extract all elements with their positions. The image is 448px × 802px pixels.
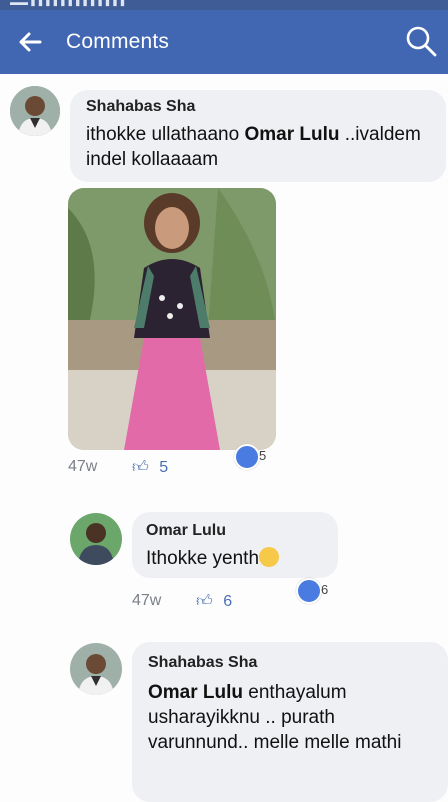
thumbs-up-icon: 👍︎ xyxy=(196,593,213,610)
smirk-emoji-icon xyxy=(259,547,280,567)
comment-text-part: ithokke ullathaano xyxy=(86,124,245,145)
comment-text: ithokke ullathaano Omar Lulu ..ivaldem i… xyxy=(86,122,442,172)
comment-text-part: Ithokke yenth xyxy=(146,548,260,569)
comment-author[interactable]: Shahabas Sha xyxy=(148,654,257,672)
comment-text: Ithokke yenth xyxy=(146,546,280,571)
mention-link[interactable]: Omar Lulu xyxy=(244,124,339,145)
avatar-omar-lulu[interactable] xyxy=(70,513,122,565)
comment-author[interactable]: Omar Lulu xyxy=(146,522,226,540)
like-reaction-icon[interactable] xyxy=(234,444,260,470)
thumbs-up-icon: 👍︎ xyxy=(132,459,149,476)
reaction-count[interactable]: 5 xyxy=(259,448,266,463)
avatar-shahabas-sha[interactable] xyxy=(70,643,122,695)
comment-bubble[interactable]: Shahabas Sha ithokke ullathaano Omar Lul… xyxy=(70,90,446,182)
mention-link[interactable]: Omar Lulu xyxy=(148,682,243,703)
comment-time: 47w xyxy=(132,592,162,609)
woman-photo-image xyxy=(68,188,276,450)
comment-bubble[interactable]: Shahabas Sha Omar Lulu enthayalum ushara… xyxy=(132,642,448,802)
comment-author[interactable]: Shahabas Sha xyxy=(86,98,195,116)
comment-text: Omar Lulu enthayalum usharayikknu .. pur… xyxy=(148,680,418,755)
search-icon[interactable] xyxy=(404,24,438,58)
comment-time: 47w xyxy=(68,458,98,475)
person-photo-icon xyxy=(70,643,122,695)
status-bar: ▬▬ ▮ ▮ ▮ ▮ ▮ ▮ ▮ ▮ ▮ ▮ ▮ ▮ ▮ xyxy=(0,0,448,10)
avatar-shahabas-sha[interactable] xyxy=(10,86,60,136)
person-photo-icon xyxy=(70,513,122,565)
reaction-count[interactable]: 6 xyxy=(321,582,328,597)
back-arrow-icon[interactable] xyxy=(14,26,46,58)
attached-photo[interactable] xyxy=(68,188,276,450)
top-app-bar: Comments xyxy=(0,10,448,74)
like-count: 6 xyxy=(223,593,233,610)
page-title: Comments xyxy=(66,30,170,53)
person-photo-icon xyxy=(10,86,60,136)
comment-bubble[interactable]: Omar Lulu Ithokke yenth xyxy=(132,512,338,578)
like-button[interactable]: 👍︎ 5 xyxy=(132,458,168,477)
like-count: 5 xyxy=(159,459,169,476)
like-reaction-icon[interactable] xyxy=(296,578,322,604)
like-button[interactable]: 👍︎ 6 xyxy=(196,592,232,611)
